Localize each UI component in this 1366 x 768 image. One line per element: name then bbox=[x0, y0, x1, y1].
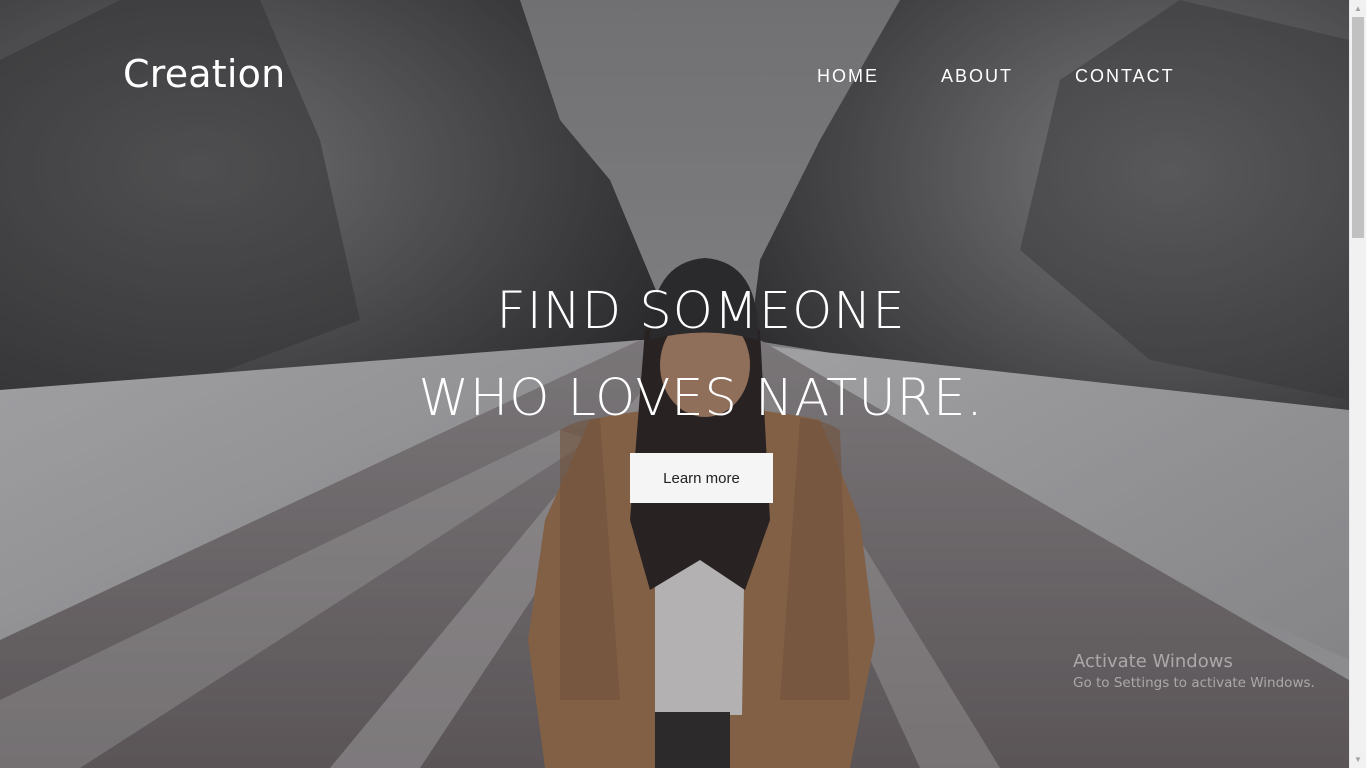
vertical-scrollbar[interactable]: ▲ ▼ bbox=[1349, 0, 1366, 768]
nav-link-home[interactable]: HOME bbox=[817, 66, 879, 87]
scroll-down-arrow-icon[interactable]: ▼ bbox=[1350, 751, 1366, 768]
landing-page: Creation HOME ABOUT CONTACT FIND SOMEONE… bbox=[0, 0, 1366, 768]
scrollbar-thumb[interactable] bbox=[1352, 17, 1364, 238]
windows-activation-watermark: Activate Windows Go to Settings to activ… bbox=[1073, 651, 1315, 693]
hero-title-line-1: FIND SOMEONE bbox=[496, 282, 906, 341]
hero-title-line-2: WHO LOVES NATURE. bbox=[418, 369, 984, 428]
watermark-subtitle: Go to Settings to activate Windows. bbox=[1073, 675, 1315, 691]
watermark-title: Activate Windows bbox=[1073, 651, 1233, 672]
navbar: Creation HOME ABOUT CONTACT bbox=[0, 0, 1349, 150]
nav-link-about[interactable]: ABOUT bbox=[941, 66, 1013, 87]
scroll-up-arrow-icon[interactable]: ▲ bbox=[1350, 0, 1366, 17]
learn-more-button[interactable]: Learn more bbox=[630, 453, 773, 503]
nav-links: HOME ABOUT CONTACT bbox=[817, 66, 1175, 87]
nav-link-contact[interactable]: CONTACT bbox=[1075, 66, 1175, 87]
brand-logo[interactable]: Creation bbox=[123, 52, 285, 96]
